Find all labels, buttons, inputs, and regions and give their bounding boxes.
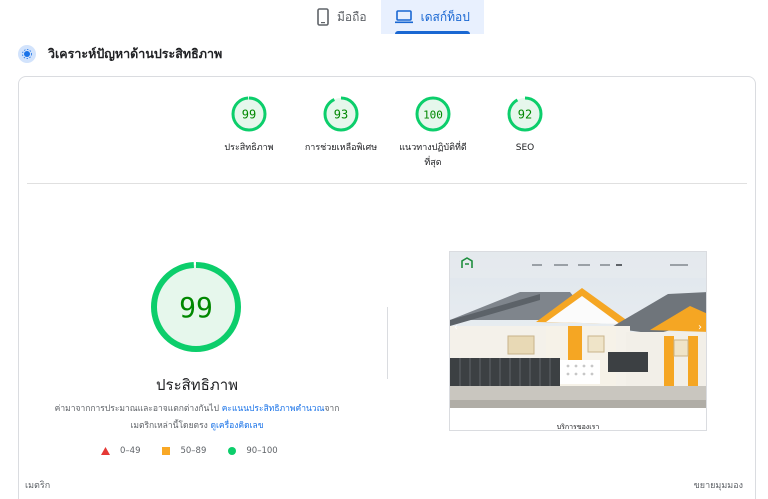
legend-range: 0–49 xyxy=(120,446,141,456)
triangle-icon xyxy=(101,447,110,455)
gauge-best-practices[interactable]: 100 แนวทางปฏิบัติที่ดีที่สุด xyxy=(388,95,478,171)
main-score-title: ประสิทธิภาพ xyxy=(155,376,239,394)
expand-view-button[interactable]: ขยายมุมมอง xyxy=(694,478,743,492)
gauge-label: SEO xyxy=(515,143,535,153)
gauge-label: ประสิทธิภาพ xyxy=(224,143,274,153)
device-tabs: มือถือ เดสก์ท็อป xyxy=(303,0,484,34)
gauge-value: 100 xyxy=(423,109,443,122)
legend-average: 50–89 xyxy=(162,446,206,456)
page-screenshot[interactable]: ‹ › บริการของเรา xyxy=(449,251,707,431)
tab-mobile-label: มือถือ xyxy=(337,9,367,24)
screenshot-caption: บริการของเรา xyxy=(450,408,706,430)
section-title: วิเคราะห์ปัญหาด้านประสิทธิภาพ xyxy=(48,46,223,61)
square-icon xyxy=(162,447,171,455)
main-gauge-ring: 99 xyxy=(151,262,241,352)
vertical-divider xyxy=(387,307,388,379)
main-score-gauge: 99 xyxy=(150,261,242,353)
tab-desktop-label: เดสก์ท็อป xyxy=(420,9,470,24)
score-description: ค่ามาจากการประมาณและอาจแตกต่างกันไป คะแน… xyxy=(49,401,345,435)
metrics-label: เมตริก xyxy=(25,481,51,491)
desktop-icon xyxy=(394,10,413,24)
gauge-accessibility[interactable]: 93 การช่วยเหลือพิเศษ xyxy=(296,95,386,156)
legend-pass: 90–100 xyxy=(228,446,278,456)
gauge-seo[interactable]: 92 SEO xyxy=(480,95,570,156)
main-score-value: 99 xyxy=(179,291,213,324)
gauge-ring: 100 xyxy=(415,96,451,132)
gauge-value: 93 xyxy=(334,108,348,122)
diagnostics-icon xyxy=(18,45,36,63)
gauge-performance[interactable]: 99 ประสิทธิภาพ xyxy=(204,95,294,156)
circle-icon xyxy=(228,447,237,455)
description-text: ค่ามาจากการประมาณและอาจแตกต่างกันไป xyxy=(54,404,222,414)
section-header: วิเคราะห์ปัญหาด้านประสิทธิภาพ xyxy=(18,44,222,64)
legend-range: 90–100 xyxy=(246,446,278,456)
score-legend: 0–49 50–89 90–100 xyxy=(101,446,278,456)
tab-desktop[interactable]: เดสก์ท็อป xyxy=(380,0,484,34)
gauge-ring: 93 xyxy=(323,96,359,132)
gauge-label: แนวทางปฏิบัติที่ดีที่สุด xyxy=(399,143,467,168)
gauge-ring: 99 xyxy=(231,96,267,132)
gauge-ring: 92 xyxy=(507,96,543,132)
house-illustration: ‹ › xyxy=(450,252,706,430)
legend-fail: 0–49 xyxy=(101,446,140,456)
gauge-value: 99 xyxy=(242,108,256,122)
score-calculation-link[interactable]: คะแนนประสิทธิภาพคำนวณ xyxy=(222,404,325,414)
report-card: 99 ประสิทธิภาพ 93 การช่วยเหลือพิเศษ 100 … xyxy=(18,76,756,499)
calculator-link[interactable]: ดูเครื่องคิดเลข xyxy=(210,421,263,431)
gauge-value: 92 xyxy=(518,108,532,122)
carousel-next-icon: › xyxy=(698,322,702,333)
mobile-icon xyxy=(317,8,329,26)
legend-range: 50–89 xyxy=(180,446,207,456)
divider xyxy=(27,183,747,184)
carousel-prev-icon: ‹ xyxy=(454,322,458,333)
tab-mobile[interactable]: มือถือ xyxy=(303,0,381,34)
gauge-label: การช่วยเหลือพิเศษ xyxy=(304,143,378,153)
